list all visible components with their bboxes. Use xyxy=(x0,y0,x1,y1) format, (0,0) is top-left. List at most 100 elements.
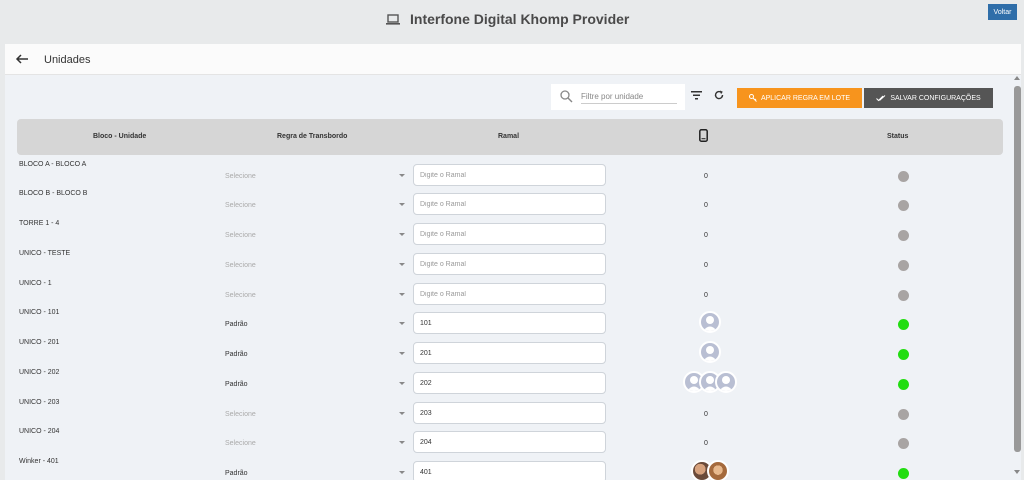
status-offline-indicator xyxy=(898,200,909,211)
status-online-indicator xyxy=(898,349,909,360)
overflow-rule-select[interactable]: Selecione xyxy=(225,173,256,180)
status-offline-indicator xyxy=(898,260,909,271)
unit-label: UNICO - TESTE xyxy=(19,250,71,257)
scroll-down-arrow[interactable] xyxy=(1014,470,1020,474)
table-row: UNICO - 202 Padrão xyxy=(5,369,1021,399)
dropdown-caret-icon[interactable] xyxy=(399,352,405,355)
table-row: UNICO - 1 Selecione 0 xyxy=(5,280,1021,310)
overflow-rule-select[interactable]: Padrão xyxy=(225,351,248,358)
filter-icon[interactable] xyxy=(691,91,702,100)
column-header-regra: Regra de Transbordo xyxy=(277,133,348,140)
search-input[interactable] xyxy=(581,90,677,104)
dropdown-caret-icon[interactable] xyxy=(399,322,405,325)
table-row: UNICO - 201 Padrão xyxy=(5,339,1021,369)
apply-rule-batch-button[interactable]: APLICAR REGRA EM LOTE xyxy=(737,88,862,108)
top-bar: Interfone Digital Khomp Provider Voltar xyxy=(0,0,1024,44)
ramal-input[interactable] xyxy=(413,283,606,305)
dropdown-caret-icon[interactable] xyxy=(399,233,405,236)
device-count: 0 xyxy=(704,202,708,209)
status-offline-indicator xyxy=(898,438,909,449)
main-panel: Unidades APLICAR REGRA EM LOTE xyxy=(5,44,1021,480)
column-header-status: Status xyxy=(887,133,909,140)
device-count: 0 xyxy=(704,411,708,418)
status-offline-indicator xyxy=(898,171,909,182)
ramal-input[interactable] xyxy=(413,431,606,453)
table-row: Winker - 401 Padrão xyxy=(5,458,1021,480)
table-row: UNICO - 101 Padrão xyxy=(5,309,1021,339)
apply-rule-batch-label: APLICAR REGRA EM LOTE xyxy=(760,94,851,102)
user-avatar-placeholder-icon[interactable] xyxy=(699,311,721,333)
unit-label: UNICO - 1 xyxy=(19,280,52,287)
overflow-rule-select[interactable]: Padrão xyxy=(225,321,248,328)
status-online-indicator xyxy=(898,468,909,479)
voltar-button[interactable]: Voltar xyxy=(988,4,1017,20)
device-count: 0 xyxy=(704,232,708,239)
user-avatars xyxy=(699,311,721,335)
ramal-input[interactable] xyxy=(413,223,606,245)
search-icon xyxy=(560,90,573,103)
app-title: Interfone Digital Khomp Provider xyxy=(386,11,629,27)
unit-label: Winker - 401 xyxy=(19,458,59,465)
overflow-rule-select[interactable]: Selecione xyxy=(225,232,256,239)
phone-icon xyxy=(699,129,708,142)
user-avatar-placeholder-icon[interactable] xyxy=(699,341,721,363)
device-count: 0 xyxy=(704,173,708,180)
table-row: BLOCO B - BLOCO B Selecione 0 xyxy=(5,190,1021,220)
dropdown-caret-icon[interactable] xyxy=(399,471,405,474)
column-header-unit: Bloco - Unidade xyxy=(93,133,147,140)
overflow-rule-select[interactable]: Padrão xyxy=(225,470,248,477)
table-row: UNICO - TESTE Selecione 0 xyxy=(5,250,1021,280)
back-arrow-icon[interactable] xyxy=(15,52,29,66)
refresh-icon[interactable] xyxy=(714,90,724,100)
dropdown-caret-icon[interactable] xyxy=(399,382,405,385)
double-check-icon xyxy=(876,94,886,101)
device-count: 0 xyxy=(704,262,708,269)
ramal-input[interactable] xyxy=(413,193,606,215)
ramal-input[interactable] xyxy=(413,402,606,424)
content-area: APLICAR REGRA EM LOTE SALVAR CONFIGURAÇÕ… xyxy=(5,75,1021,480)
column-header-ramal: Ramal xyxy=(498,133,520,140)
unit-label: UNICO - 201 xyxy=(19,339,60,346)
device-count: 0 xyxy=(704,292,708,299)
dropdown-caret-icon[interactable] xyxy=(399,441,405,444)
overflow-rule-select[interactable]: Selecione xyxy=(225,440,256,447)
overflow-rule-select[interactable]: Selecione xyxy=(225,202,256,209)
user-avatar-placeholder-icon[interactable] xyxy=(715,371,737,393)
table-header: Bloco - Unidade Regra de Transbordo Rama… xyxy=(17,119,1003,155)
save-settings-button[interactable]: SALVAR CONFIGURAÇÕES xyxy=(864,88,993,108)
search-box xyxy=(551,84,685,110)
unit-label: UNICO - 203 xyxy=(19,399,60,406)
user-avatars xyxy=(683,371,737,395)
save-settings-label: SALVAR CONFIGURAÇÕES xyxy=(890,94,981,102)
page-header: Unidades xyxy=(5,44,1021,75)
user-avatar-photo[interactable] xyxy=(707,460,729,480)
scrollbar-thumb[interactable] xyxy=(1014,86,1021,452)
ramal-input[interactable] xyxy=(413,372,606,394)
page-title: Unidades xyxy=(44,54,91,66)
ramal-input[interactable] xyxy=(413,164,606,186)
overflow-rule-select[interactable]: Selecione xyxy=(225,262,256,269)
overflow-rule-select[interactable]: Selecione xyxy=(225,292,256,299)
ramal-input[interactable] xyxy=(413,342,606,364)
overflow-rule-select[interactable]: Padrão xyxy=(225,381,248,388)
unit-label: BLOCO B - BLOCO B xyxy=(19,190,88,197)
user-avatars xyxy=(699,341,721,365)
overflow-rule-select[interactable]: Selecione xyxy=(225,411,256,418)
status-offline-indicator xyxy=(898,230,909,241)
scroll-up-arrow[interactable] xyxy=(1014,76,1020,80)
key-icon xyxy=(748,94,757,102)
app-title-text: Interfone Digital Khomp Provider xyxy=(410,11,630,27)
status-online-indicator xyxy=(898,379,909,390)
ramal-input[interactable] xyxy=(413,253,606,275)
unit-label: UNICO - 101 xyxy=(19,309,60,316)
dropdown-caret-icon[interactable] xyxy=(399,412,405,415)
ramal-input[interactable] xyxy=(413,312,606,334)
dropdown-caret-icon[interactable] xyxy=(399,174,405,177)
ramal-input[interactable] xyxy=(413,461,606,480)
dropdown-caret-icon[interactable] xyxy=(399,293,405,296)
dropdown-caret-icon[interactable] xyxy=(399,203,405,206)
unit-label: BLOCO A - BLOCO A xyxy=(19,161,87,168)
dropdown-caret-icon[interactable] xyxy=(399,263,405,266)
status-offline-indicator xyxy=(898,290,909,301)
table-row: UNICO - 204 Selecione 0 xyxy=(5,428,1021,458)
